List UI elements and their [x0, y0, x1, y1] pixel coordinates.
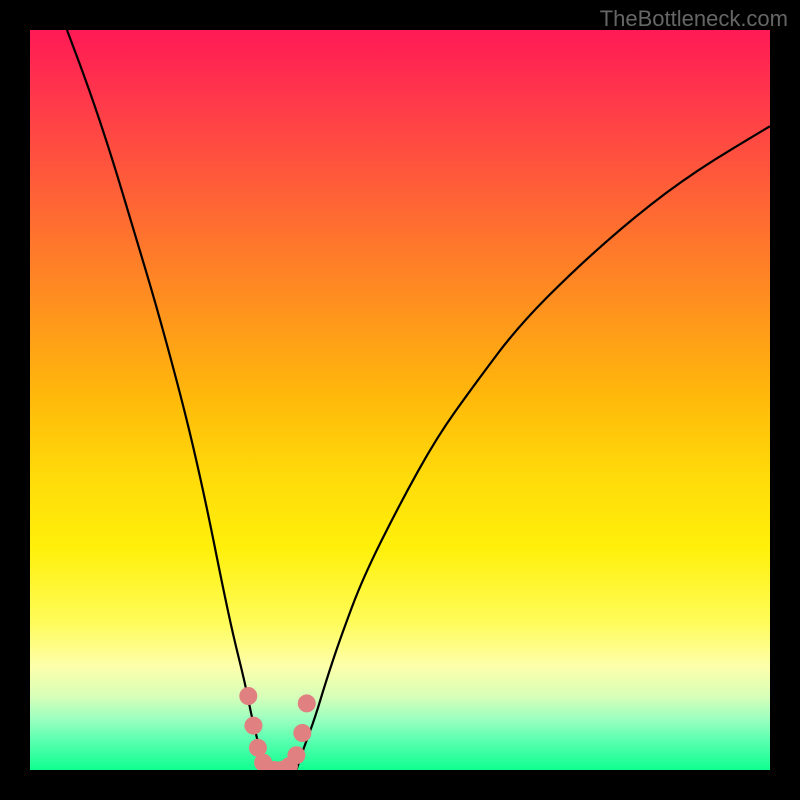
highlight-dot: [293, 724, 311, 742]
highlight-dot: [239, 687, 257, 705]
right-curve-path: [296, 126, 770, 770]
highlight-dot: [298, 694, 316, 712]
plot-area: [30, 30, 770, 770]
highlight-dots: [239, 687, 315, 770]
left-curve-path: [67, 30, 265, 770]
curve-layer: [30, 30, 770, 770]
chart-container: TheBottleneck.com: [0, 0, 800, 800]
watermark-label: TheBottleneck.com: [600, 6, 788, 32]
highlight-dot: [244, 717, 262, 735]
highlight-dot: [287, 746, 305, 764]
